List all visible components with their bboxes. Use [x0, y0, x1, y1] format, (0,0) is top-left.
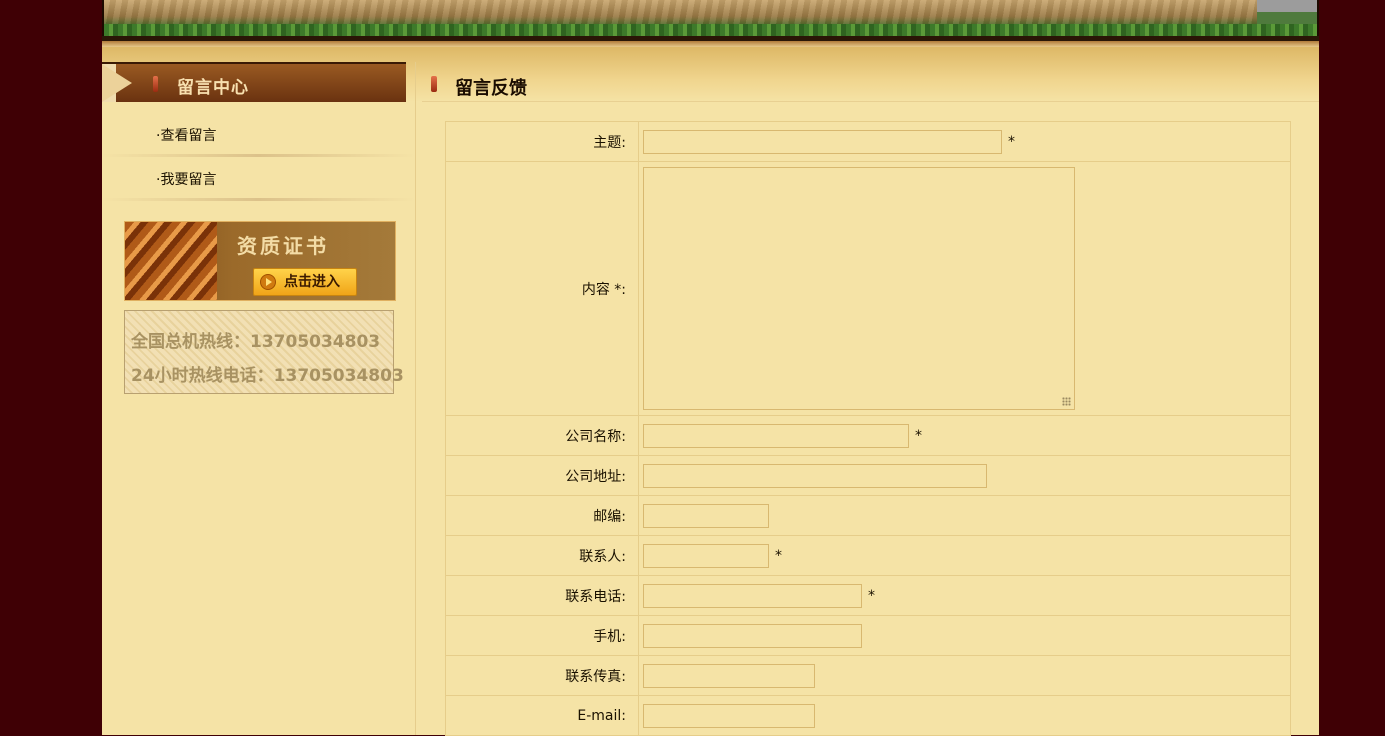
phone-input[interactable] — [643, 583, 862, 608]
content-label: 内容 *: — [445, 161, 639, 416]
enter-button[interactable]: 点击进入 — [253, 268, 357, 296]
title-marker-icon — [153, 76, 158, 92]
subject-label: 主题: — [445, 121, 639, 162]
sidebar-title: 留言中心 — [177, 78, 249, 98]
form-row-mobile: 手机: — [445, 615, 1291, 656]
required-marker: * — [915, 427, 922, 444]
content-textarea[interactable] — [643, 167, 1075, 410]
banner-corner — [1257, 0, 1317, 12]
phone-label: 联系电话: — [445, 575, 639, 616]
subject-input[interactable] — [643, 129, 1002, 154]
email-label: E-mail: — [445, 695, 639, 736]
wood-planks-image — [125, 222, 217, 300]
form-row-company-address: 公司地址: — [445, 455, 1291, 496]
page-container: 留言中心 ·查看留言 ·我要留言 资质证书 点击进入 全国总机热线：137050… — [102, 0, 1319, 736]
company-address-label: 公司地址: — [445, 455, 639, 496]
top-banner-image — [102, 0, 1319, 36]
form-row-phone: 联系电话: * — [445, 575, 1291, 616]
form-row-content: 内容 *: — [445, 161, 1291, 416]
hotline-banner: 全国总机热线：13705034803 24小时热线电话：13705034803 — [124, 310, 404, 394]
fax-input[interactable] — [643, 663, 815, 688]
sidebar-header: 留言中心 — [102, 62, 406, 102]
hotline-line-2: 24小时热线电话：13705034803 — [131, 366, 404, 386]
form-row-subject: 主题: * — [445, 121, 1291, 162]
resize-grip-icon[interactable] — [1062, 397, 1071, 406]
certificate-banner[interactable]: 资质证书 点击进入 — [124, 221, 396, 301]
company-name-label: 公司名称: — [445, 415, 639, 456]
sidebar-divider — [102, 154, 415, 157]
title-underline — [422, 101, 1319, 102]
required-marker: * — [868, 587, 875, 604]
feedback-form: 主题: * 内容 *: 公司名称: * 公司地址: 邮编: 联系人: * 联系电… — [445, 121, 1291, 736]
sidebar-item-view-messages[interactable]: ·查看留言 — [156, 125, 216, 145]
mobile-input[interactable] — [643, 623, 862, 648]
hotline-line-1: 全国总机热线：13705034803 — [131, 332, 381, 352]
certificate-banner-title: 资质证书 — [237, 234, 329, 258]
enter-button-label: 点击进入 — [284, 274, 340, 290]
postcode-input[interactable] — [643, 503, 769, 528]
company-name-input[interactable] — [643, 423, 909, 448]
sidebar-divider — [102, 198, 415, 201]
sidebar: 留言中心 ·查看留言 ·我要留言 资质证书 点击进入 全国总机热线：137050… — [102, 62, 416, 735]
form-row-company-name: 公司名称: * — [445, 415, 1291, 456]
form-row-postcode: 邮编: — [445, 495, 1291, 536]
required-marker: * — [1008, 133, 1015, 150]
mobile-label: 手机: — [445, 615, 639, 656]
contact-person-input[interactable] — [643, 543, 769, 568]
required-marker: * — [775, 547, 782, 564]
form-row-email: E-mail: — [445, 695, 1291, 736]
banner-corner-lower — [1257, 12, 1317, 26]
contact-person-label: 联系人: — [445, 535, 639, 576]
form-row-contact-person: 联系人: * — [445, 535, 1291, 576]
company-address-input[interactable] — [643, 463, 987, 488]
arrow-right-icon — [102, 64, 132, 102]
form-row-fax: 联系传真: — [445, 655, 1291, 696]
email-input[interactable] — [643, 703, 815, 728]
sidebar-item-leave-message[interactable]: ·我要留言 — [156, 169, 216, 189]
title-marker-icon — [431, 76, 437, 92]
play-icon — [260, 274, 276, 290]
postcode-label: 邮编: — [445, 495, 639, 536]
fax-label: 联系传真: — [445, 655, 639, 696]
page-title: 留言反馈 — [455, 78, 527, 99]
